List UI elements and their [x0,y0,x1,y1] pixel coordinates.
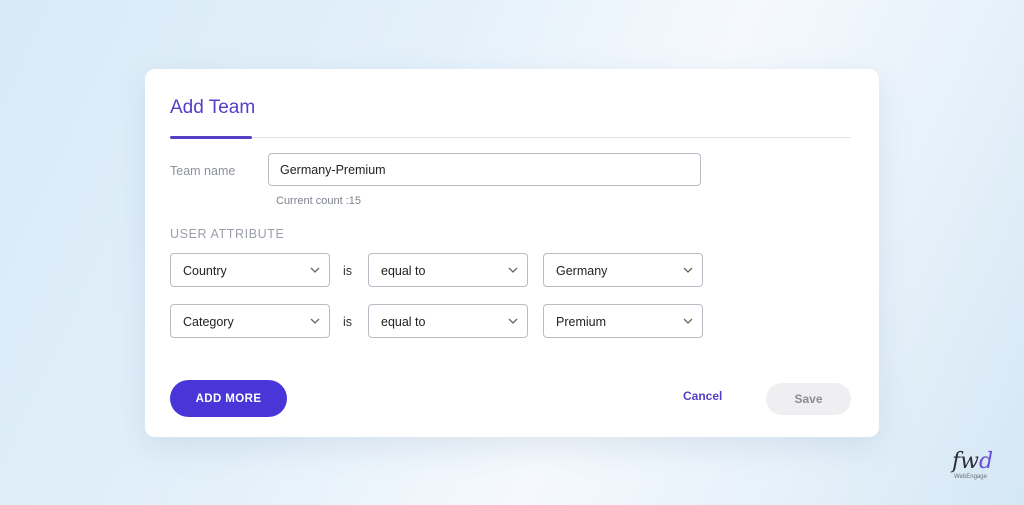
chevron-down-icon [310,318,320,324]
attribute-select-country[interactable]: Country [170,253,330,287]
value-select-germany[interactable]: Germany [543,253,703,287]
user-attribute-heading: USER ATTRIBUTE [170,227,285,241]
operator-select-row1[interactable]: equal to [368,253,528,287]
current-count: Current count :15 [276,195,361,207]
operator-select-value: equal to [381,264,426,278]
connector-text: is [343,264,353,278]
value-select-premium[interactable]: Premium [543,304,703,338]
team-name-input[interactable] [268,153,701,186]
connector-text: is [343,315,353,329]
save-button[interactable]: Save [766,383,851,415]
logo-mark-suffix: d [978,449,994,474]
add-team-modal: Add Team Team name Current count :15 USE… [145,69,879,437]
operator-select-value: equal to [381,315,426,329]
cancel-button[interactable]: Cancel [683,389,722,403]
attribute-select-value: Category [183,315,234,329]
chevron-down-icon [508,267,518,273]
logo-mark: fwd [952,451,1002,473]
value-select-value: Germany [556,264,608,278]
attribute-select-value: Country [183,264,227,278]
logo-mark-prefix: fw [952,449,979,474]
chevron-down-icon [683,267,693,273]
modal-title: Add Team [170,97,256,118]
chevron-down-icon [310,267,320,273]
team-name-label: Team name [170,164,236,178]
value-select-value: Premium [556,315,607,329]
logo-subtitle: WebEngage [954,474,987,480]
title-underline [170,136,252,139]
title-divider [170,137,851,138]
add-more-button[interactable]: ADD MORE [170,380,287,417]
operator-select-row2[interactable]: equal to [368,304,528,338]
attribute-select-category[interactable]: Category [170,304,330,338]
brand-logo: fwd WebEngage [952,451,1002,489]
chevron-down-icon [683,318,693,324]
chevron-down-icon [508,318,518,324]
